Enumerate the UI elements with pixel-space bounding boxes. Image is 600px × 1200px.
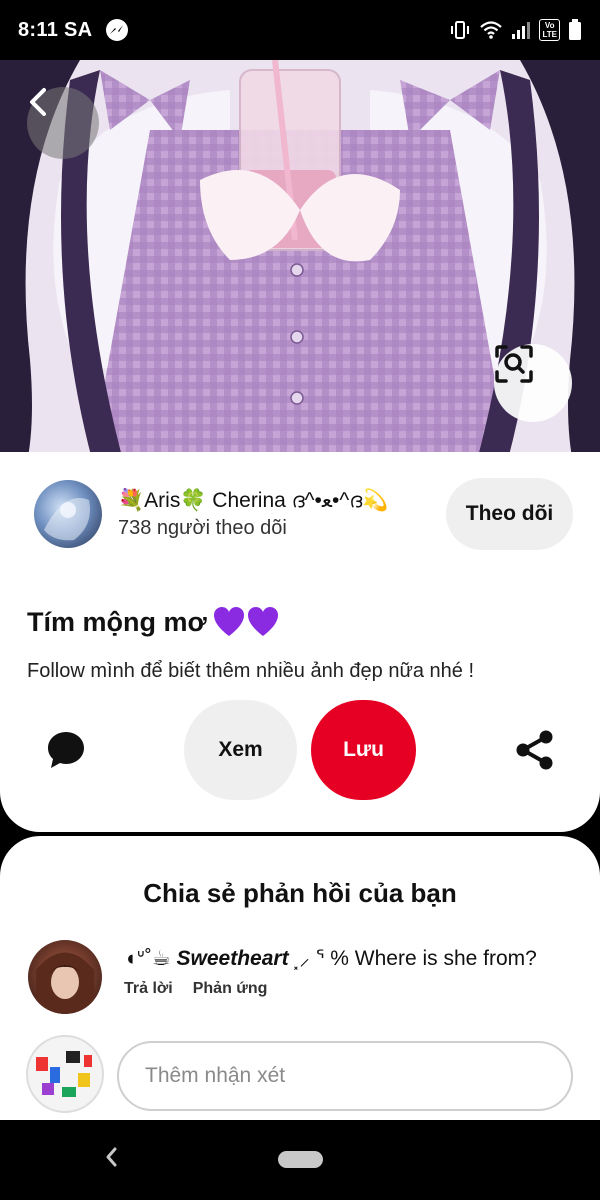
system-nav-bar: [0, 1120, 600, 1200]
nav-back-button[interactable]: [104, 1146, 118, 1173]
signal-icon: [512, 22, 531, 39]
vibrate-icon: [451, 21, 470, 39]
battery-icon: [569, 19, 581, 40]
comment-author-prefix: ◖ᐡ˚☕: [124, 947, 171, 970]
save-button[interactable]: Lưu: [311, 700, 416, 800]
current-user-avatar-art: [36, 1051, 92, 1097]
wifi-icon: [480, 21, 503, 39]
messenger-icon: [106, 19, 129, 41]
nav-back-icon: [106, 1147, 117, 1167]
view-button[interactable]: Xem: [184, 700, 297, 800]
pin-description: Follow mình để biết thêm nhiều ảnh đẹp n…: [27, 660, 475, 682]
pin-details-card: 💐Aris🍀 Cherina ദ^•ﻌ•^ദ💫 738 người theo d…: [0, 452, 600, 832]
creator-avatar[interactable]: [34, 480, 102, 548]
comment-bubble-icon: [48, 732, 84, 768]
pin-title-text: Tím mộng mơ: [27, 606, 207, 637]
comment-text: ◖ᐡ˚☕ Sweetheart ⸼⸝ ᕐ % Where is she from…: [124, 944, 537, 972]
visual-search-icon: [495, 345, 533, 383]
status-bar: 8:11 SA Vo LTE: [0, 0, 600, 60]
commenter-avatar-art: [36, 952, 94, 1014]
react-button[interactable]: Phản ứng: [193, 980, 268, 998]
share-icon: [516, 730, 553, 770]
creator-info: 💐Aris🍀 Cherina ദ^•ﻌ•^ദ💫 738 người theo d…: [118, 488, 388, 540]
comment-author[interactable]: Sweetheart: [177, 947, 289, 970]
creator-name[interactable]: 💐Aris🍀 Cherina ദ^•ﻌ•^ദ💫: [118, 488, 388, 513]
status-time: 8:11 SA: [18, 18, 93, 41]
creator-follower-count: 738 người theo dõi: [118, 517, 287, 539]
pin-image[interactable]: [0, 60, 600, 520]
volte-badge: Vo LTE: [539, 19, 560, 41]
volte-bottom: LTE: [542, 30, 557, 39]
chevron-left-icon: [30, 88, 46, 116]
status-icons: Vo LTE: [449, 19, 582, 41]
visual-search-button[interactable]: [494, 344, 572, 422]
reply-button[interactable]: Trả lời: [124, 980, 173, 998]
comment-author-suffix: ⸼⸝ ᕐ %: [294, 947, 349, 970]
comment-button[interactable]: [46, 730, 86, 775]
comments-section: Chia sẻ phản hồi của bạn ◖ᐡ˚☕ Sweetheart…: [0, 836, 600, 1120]
nav-home-pill[interactable]: [278, 1151, 323, 1168]
comment-actions: Trả lời Phản ứng: [124, 980, 267, 998]
add-comment-input[interactable]: [117, 1041, 573, 1111]
commenter-avatar[interactable]: [28, 940, 102, 1014]
follow-button[interactable]: Theo dõi: [446, 478, 573, 550]
pin-title: Tím mộng mơ: [27, 606, 279, 638]
back-button[interactable]: [27, 87, 99, 159]
share-button[interactable]: [515, 730, 555, 775]
comment-body: Where is she from?: [354, 947, 537, 970]
volte-top: Vo: [544, 21, 555, 30]
creator-avatar-art: [44, 498, 90, 541]
purple-heart-icon: [213, 607, 278, 636]
comments-title: Chia sẻ phản hồi của bạn: [143, 878, 457, 908]
comment-item: ◖ᐡ˚☕ Sweetheart ⸼⸝ ᕐ % Where is she from…: [28, 940, 578, 1014]
current-user-avatar: [26, 1035, 104, 1113]
